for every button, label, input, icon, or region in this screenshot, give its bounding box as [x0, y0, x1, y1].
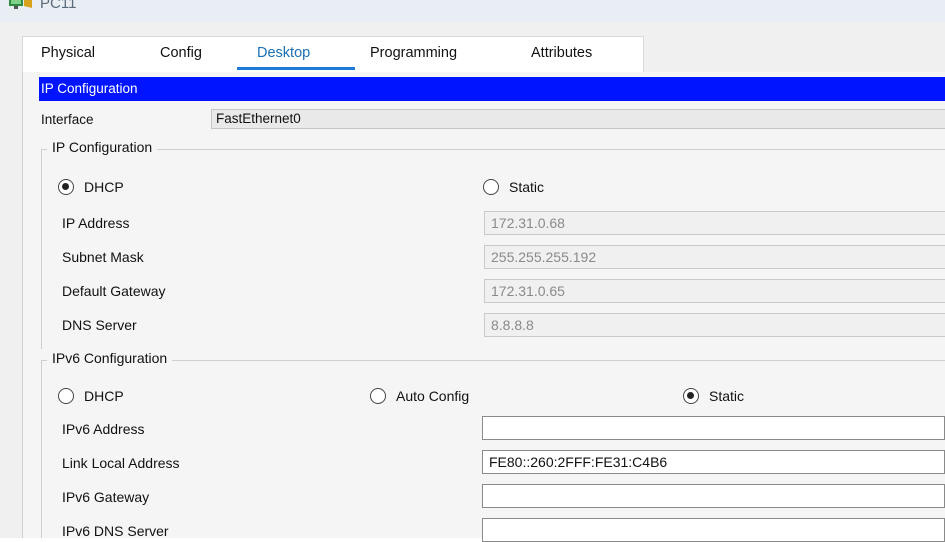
- radio-unchecked-icon: [58, 388, 74, 404]
- ipv6-static-radio[interactable]: Static: [683, 388, 744, 404]
- interface-select[interactable]: FastEthernet0: [211, 109, 945, 129]
- ipv4-group-title: IP Configuration: [47, 139, 158, 155]
- window-body: Physical Config Desktop Programming Attr…: [0, 22, 945, 542]
- ipv6-address-field[interactable]: [482, 416, 945, 440]
- ipv6-auto-config-label: Auto Config: [396, 388, 470, 404]
- ipv6-gateway-field[interactable]: [482, 484, 945, 508]
- radio-checked-icon: [683, 388, 699, 404]
- tab-desktop[interactable]: Desktop: [257, 45, 310, 61]
- ipv6-address-label: IPv6 Address: [62, 421, 145, 437]
- interface-label: Interface: [41, 112, 94, 127]
- ipv6-dns-server-label: IPv6 DNS Server: [62, 523, 169, 539]
- ipv6-dhcp-label: DHCP: [84, 388, 124, 404]
- ipv4-dhcp-radio[interactable]: DHCP: [58, 179, 124, 195]
- ipv6-group-title: IPv6 Configuration: [47, 350, 173, 366]
- tab-programming[interactable]: Programming: [370, 45, 457, 61]
- window-titlebar: PC11: [0, 0, 945, 23]
- ipv4-config-group: IP Configuration DHCP Static IP Address …: [41, 139, 945, 349]
- default-gateway-field[interactable]: 172.31.0.65: [484, 279, 945, 303]
- radio-unchecked-icon: [370, 388, 386, 404]
- tab-bar: Physical Config Desktop Programming Attr…: [22, 36, 644, 73]
- interface-row: Interface FastEthernet0: [39, 109, 945, 131]
- ipv4-dhcp-label: DHCP: [84, 179, 124, 195]
- subnet-mask-label: Subnet Mask: [62, 249, 144, 265]
- default-gateway-label: Default Gateway: [62, 283, 166, 299]
- tab-config[interactable]: Config: [160, 45, 202, 61]
- ipv6-config-group: IPv6 Configuration DHCP Auto Config Stat…: [41, 350, 945, 542]
- radio-unchecked-icon: [483, 179, 499, 195]
- active-tab-indicator: [237, 67, 355, 70]
- ipv6-static-label: Static: [709, 388, 745, 404]
- ipv4-static-label: Static: [509, 179, 545, 195]
- panel-header: IP Configuration: [39, 77, 945, 101]
- ipv6-auto-config-radio[interactable]: Auto Config: [370, 388, 469, 404]
- ip-address-field[interactable]: 172.31.0.68: [484, 211, 945, 235]
- link-local-address-label: Link Local Address: [62, 455, 180, 471]
- radio-checked-icon: [58, 179, 74, 195]
- dns-server-label: DNS Server: [62, 317, 137, 333]
- pc-icon: [9, 0, 32, 9]
- ipv6-gateway-label: IPv6 Gateway: [62, 489, 150, 505]
- ipv4-static-radio[interactable]: Static: [483, 179, 544, 195]
- window-title: PC11: [40, 0, 77, 12]
- ip-configuration-panel: IP Configuration Interface FastEthernet0…: [22, 72, 945, 542]
- link-local-address-field[interactable]: FE80::260:2FFF:FE31:C4B6: [482, 450, 945, 474]
- ipv6-dhcp-radio[interactable]: DHCP: [58, 388, 124, 404]
- tab-physical[interactable]: Physical: [41, 45, 95, 61]
- dns-server-field[interactable]: 8.8.8.8: [484, 313, 945, 337]
- ip-address-label: IP Address: [62, 215, 130, 231]
- tab-attributes[interactable]: Attributes: [531, 45, 592, 61]
- subnet-mask-field[interactable]: 255.255.255.192: [484, 245, 945, 269]
- ipv6-dns-server-field[interactable]: [482, 518, 945, 542]
